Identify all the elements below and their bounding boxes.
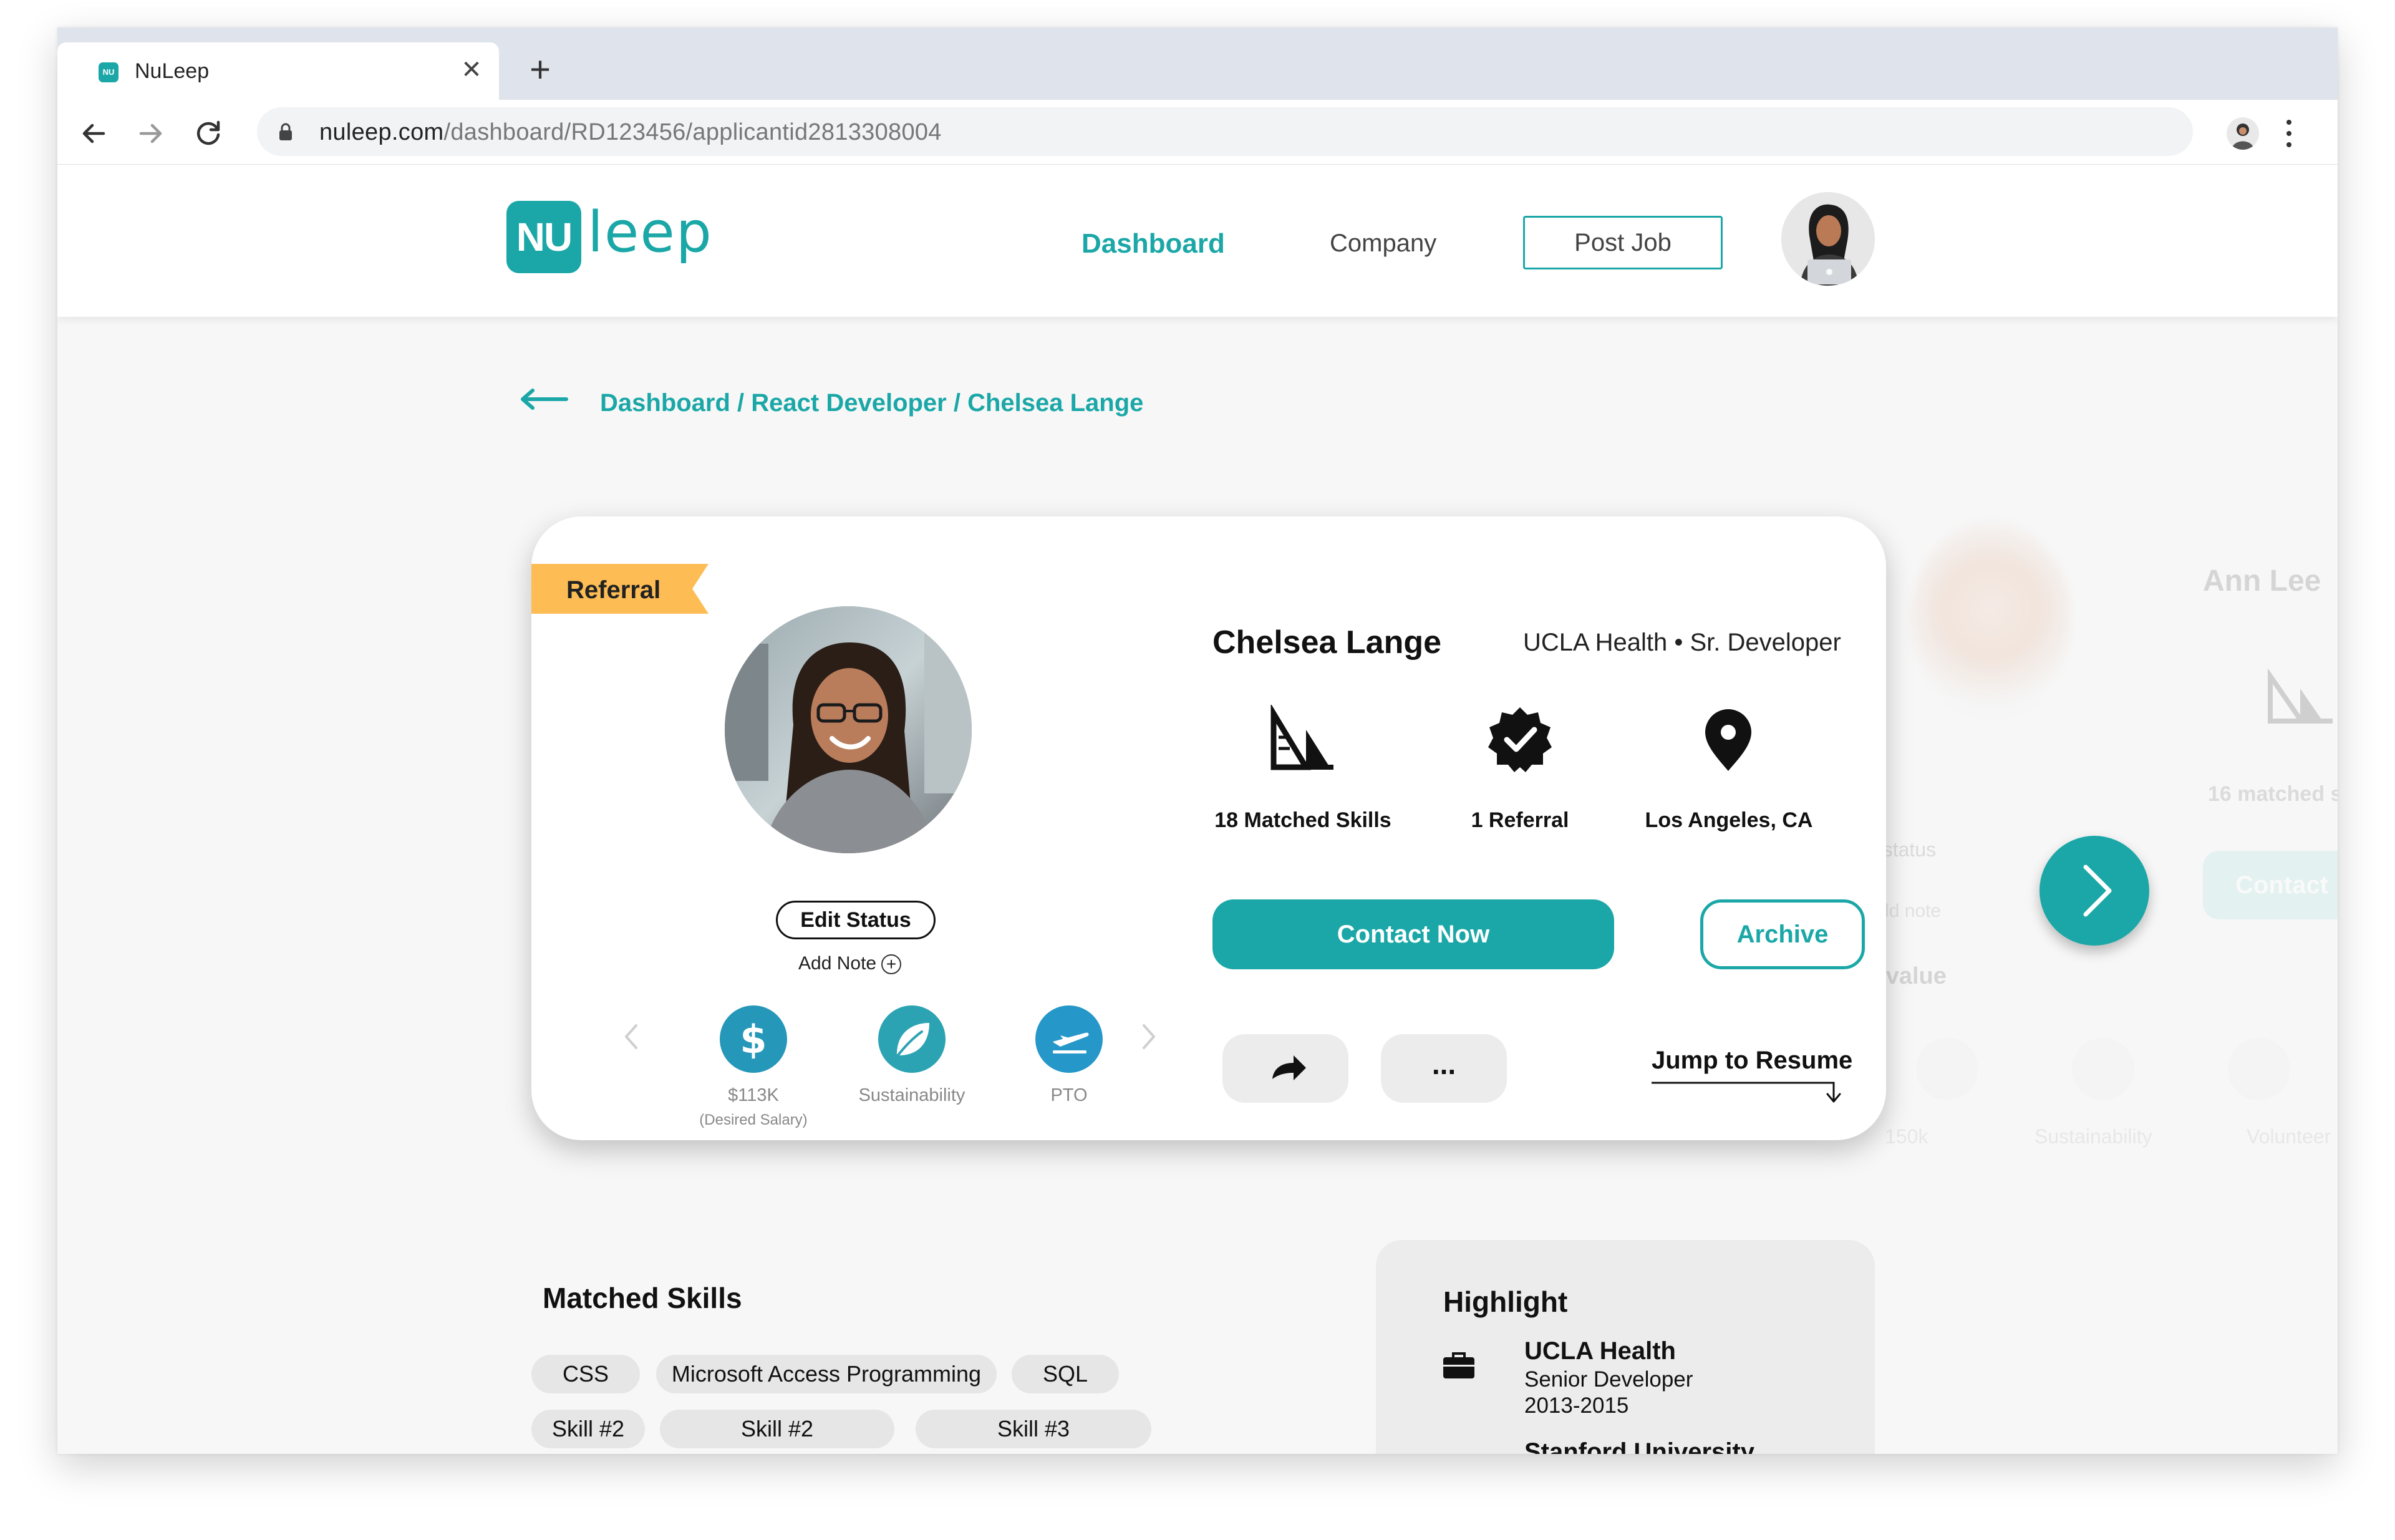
nav-company[interactable]: Company <box>1330 230 1436 258</box>
logo-mark[interactable]: NU <box>506 201 581 273</box>
forward-icon[interactable] <box>133 116 168 151</box>
close-icon[interactable]: ✕ <box>459 56 484 84</box>
add-circle-icon: + <box>881 954 902 975</box>
contact-now-button[interactable]: Contact Now <box>1212 899 1614 969</box>
candidate-photo <box>725 606 972 853</box>
highlight-organization: UCLA Health <box>1524 1337 1676 1365</box>
skill-chip: SQL <box>1012 1355 1119 1393</box>
next-candidate-perk <box>1916 1038 1978 1100</box>
dollar-icon: $ <box>740 1017 767 1062</box>
back-arrow-icon[interactable] <box>519 387 569 412</box>
candidate-name: Chelsea Lange <box>1212 624 1442 661</box>
candidate-card: Referral Edit Status Add Note + $ $113K … <box>531 516 1886 1140</box>
next-candidate-perk <box>2072 1038 2134 1100</box>
edit-status-button[interactable]: Edit Status <box>776 901 936 939</box>
archive-button[interactable]: Archive <box>1700 899 1865 969</box>
matched-skills-title: Matched Skills <box>543 1282 742 1314</box>
share-button[interactable] <box>1222 1034 1348 1103</box>
next-candidate-contact: Contact <box>2203 851 2338 919</box>
perk-pto <box>1035 1005 1103 1073</box>
location-pin-icon <box>1705 709 1751 771</box>
back-icon[interactable] <box>76 116 111 151</box>
browser-profile-avatar[interactable] <box>2227 117 2259 150</box>
nav-dashboard[interactable]: Dashboard <box>1081 228 1225 259</box>
next-candidate-matched: 16 matched s <box>2208 782 2338 806</box>
highlight-panel: Highlight UCLA Health Senior Developer 2… <box>1376 1240 1875 1454</box>
referral-ribbon-label: Referral <box>566 576 661 604</box>
browser-tab[interactable]: NU NuLeep ✕ <box>57 42 499 100</box>
verified-badge-icon <box>1488 707 1552 772</box>
svg-text:$: $ <box>740 1017 767 1062</box>
jump-to-resume-link[interactable]: Jump to Resume <box>1652 1047 1852 1075</box>
chevron-right-icon[interactable] <box>1141 1022 1156 1052</box>
highlight-years: 2013-2015 <box>1524 1393 1629 1418</box>
logo-text[interactable]: leep <box>588 200 713 265</box>
perk-salary: $ <box>720 1005 787 1073</box>
candidate-location: Los Angeles, CA <box>1645 808 1813 832</box>
post-job-button[interactable]: Post Job <box>1523 216 1723 269</box>
skill-chip: Skill #2 <box>531 1410 645 1448</box>
chevron-left-icon[interactable] <box>624 1022 639 1052</box>
perk-salary-sublabel: (Desired Salary) <box>699 1111 808 1128</box>
new-tab-icon[interactable]: + <box>521 51 559 89</box>
next-candidate-photo <box>1910 520 2072 720</box>
leaf-icon <box>896 1023 929 1058</box>
browser-window: NU NuLeep ✕ + nuleep.com/dashboard/RD123… <box>57 27 2338 1454</box>
lock-icon <box>279 123 292 140</box>
site-header: NU leep Dashboard Company Post Job <box>57 165 2338 317</box>
highlight-position: Senior Developer <box>1524 1367 1693 1392</box>
share-arrow-icon <box>1272 1055 1306 1080</box>
tab-strip: NU NuLeep ✕ + <box>57 27 2338 100</box>
skills-icon <box>1270 705 1333 770</box>
add-note-button[interactable]: Add Note + <box>798 953 902 975</box>
skill-chip: Microsoft Access Programming <box>656 1355 997 1393</box>
skill-chip: CSS <box>531 1355 640 1393</box>
arrow-down-icon <box>1652 1082 1841 1103</box>
next-candidate-name: Ann Lee <box>2203 564 2321 598</box>
skill-chip: Skill #3 <box>916 1410 1151 1448</box>
perk-sustainability-label: Sustainability <box>858 1085 965 1105</box>
next-candidate-button[interactable] <box>2039 836 2149 946</box>
plane-icon <box>1053 1032 1089 1053</box>
more-options-button[interactable]: ... <box>1381 1034 1507 1103</box>
skills-icon <box>2268 668 2333 724</box>
perk-salary-label: $113K <box>728 1085 779 1105</box>
referral-count: 1 Referral <box>1471 808 1569 832</box>
matched-skills-count: 18 Matched Skills <box>1214 808 1391 832</box>
next-candidate-perk <box>2228 1038 2290 1100</box>
user-avatar[interactable] <box>1781 192 1875 286</box>
browser-menu-icon[interactable] <box>2283 117 2295 150</box>
briefcase-icon <box>1443 1352 1474 1378</box>
favicon-icon: NU <box>99 62 119 82</box>
highlight-title: Highlight <box>1443 1286 1568 1318</box>
browser-toolbar: nuleep.com/dashboard/RD123456/applicanti… <box>57 100 2338 165</box>
candidate-role: UCLA Health • Sr. Developer <box>1523 629 1841 656</box>
chevron-right-icon <box>2083 864 2112 917</box>
address-bar[interactable]: nuleep.com/dashboard/RD123456/applicanti… <box>257 107 2193 156</box>
tab-title: NuLeep <box>135 59 210 83</box>
url-text: nuleep.com/dashboard/RD123456/applicanti… <box>319 119 942 145</box>
perk-sustainability <box>878 1005 946 1073</box>
highlight-organization-2: Stanford University <box>1524 1438 1754 1454</box>
skill-chip: Skill #2 <box>660 1410 894 1448</box>
breadcrumb[interactable]: Dashboard / React Developer / Chelsea La… <box>600 389 1143 417</box>
perk-pto-label: PTO <box>1050 1085 1088 1105</box>
reload-icon[interactable] <box>191 116 226 151</box>
